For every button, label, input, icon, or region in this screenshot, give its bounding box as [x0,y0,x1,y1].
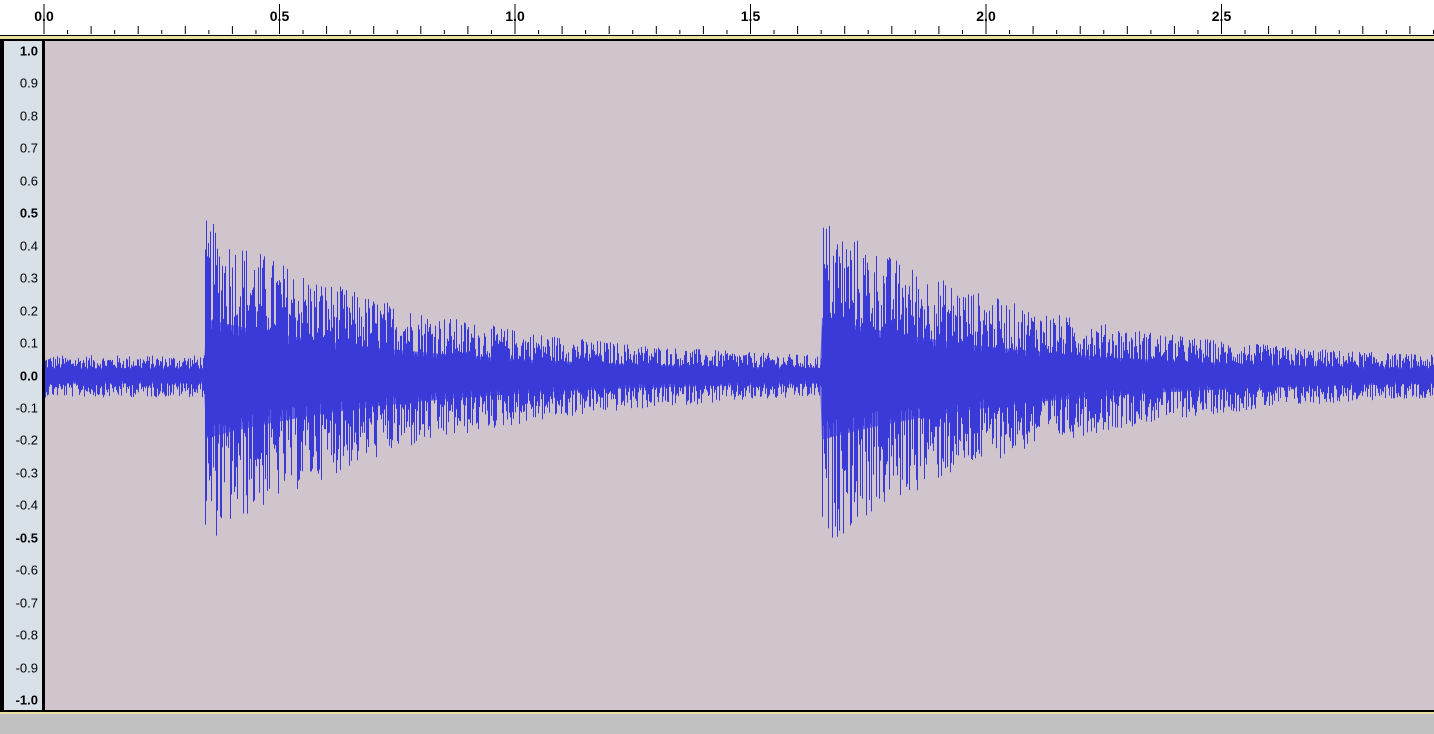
timeline-ruler[interactable]: 0.0 0.5 1.0 1.5 2.0 2.5 [0,0,1434,39]
amplitude-label: -0.9 [15,660,38,676]
amplitude-label: 1.0 [19,43,38,59]
amplitude-label: 0.2 [19,303,38,319]
waveform-area[interactable] [44,41,1434,710]
amplitude-label: 0.0 [19,368,38,383]
amplitude-label: 0.1 [19,335,38,351]
amplitude-label: -0.8 [15,627,38,643]
amplitude-label: -0.3 [15,465,38,481]
amplitude-label: -0.1 [15,400,38,416]
amplitude-label: -0.4 [15,497,38,513]
amplitude-label: -0.5 [15,530,38,546]
amplitude-label: 0.3 [19,270,38,286]
ruler-time-label: 0.5 [269,8,290,24]
ruler-time-label: 2.5 [1211,8,1232,24]
amplitude-label: 0.9 [19,75,38,91]
amplitude-label: -0.7 [15,595,38,611]
waveform-samples [44,220,1434,538]
amplitude-label: 0.6 [19,173,38,189]
amplitude-label: 0.8 [19,108,38,124]
amplitude-label: 0.4 [19,238,38,254]
amplitude-label: -0.6 [15,562,38,578]
amplitude-label: -1.0 [15,692,38,708]
amplitude-label: 0.7 [19,140,38,156]
amplitude-label: -0.2 [15,432,38,448]
amplitude-label: 0.5 [19,205,38,221]
waveform [44,41,1434,710]
ruler-time-label: 1.5 [740,8,761,24]
track-bottom-bar [0,712,1434,734]
ruler-time-label: 0.0 [34,8,54,24]
ruler-time-label: 1.0 [505,8,525,24]
amplitude-scale: 1.0 0.9 0.8 0.7 0.6 0.5 0.4 0.3 0.2 0.1 0.0 -0.1 -0.… [4,41,42,710]
ruler-time-label: 2.0 [976,8,996,24]
